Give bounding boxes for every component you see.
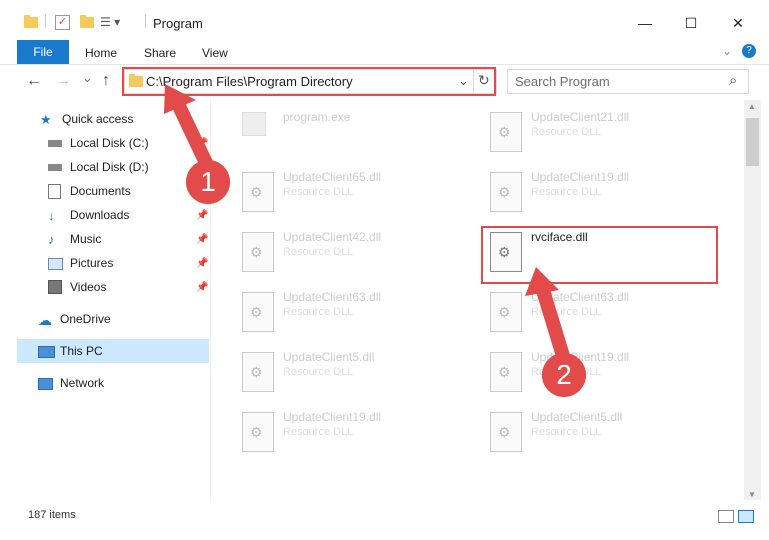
arrow-2 — [525, 267, 570, 359]
step-1-badge: 1 — [186, 160, 230, 204]
step-2-badge: 2 — [542, 353, 586, 397]
arrow-1 — [164, 84, 215, 171]
annotation-arrows — [164, 84, 570, 359]
